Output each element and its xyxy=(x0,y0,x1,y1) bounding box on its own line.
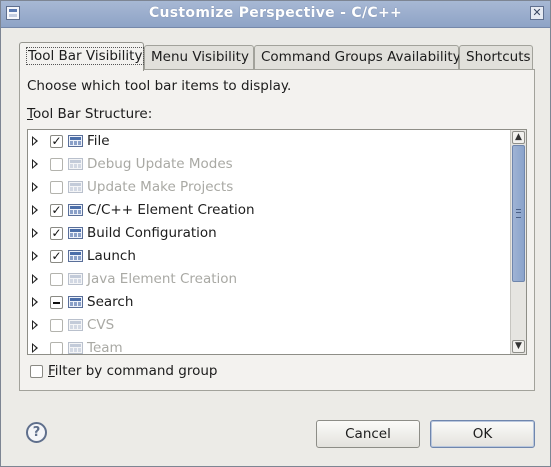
expand-arrow-icon[interactable] xyxy=(32,205,38,215)
panel-description: Choose which tool bar items to display. xyxy=(27,78,292,94)
checkbox[interactable] xyxy=(50,342,63,354)
expand-arrow-icon[interactable] xyxy=(32,320,38,330)
tree-item-cvs[interactable]: CVS xyxy=(28,314,512,337)
tree-item-label: CVS xyxy=(87,317,115,333)
checkbox[interactable] xyxy=(50,250,63,263)
expand-arrow-icon[interactable] xyxy=(32,343,38,353)
tree-item-build-configuration[interactable]: Build Configuration xyxy=(28,222,512,245)
tree-item-label: Debug Update Modes xyxy=(87,156,233,172)
checkbox[interactable] xyxy=(50,273,63,286)
expand-arrow-icon[interactable] xyxy=(32,182,38,192)
expand-arrow-icon[interactable] xyxy=(32,274,38,284)
tree-item-file[interactable]: File xyxy=(28,130,512,153)
toolbar-icon xyxy=(68,135,83,147)
tree-item-search[interactable]: Search xyxy=(28,291,512,314)
tool-bar-structure-label: Tool Bar Structure: xyxy=(27,106,152,122)
tab-label: Menu Visibility xyxy=(151,49,249,65)
tab-panel: Choose which tool bar items to display. … xyxy=(19,69,535,391)
tree-item-java-element-creation[interactable]: Java Element Creation xyxy=(28,268,512,291)
label-text: ilter by command group xyxy=(54,363,218,379)
toolbar-icon xyxy=(68,296,83,308)
tab-label: Shortcuts xyxy=(466,49,531,65)
window-title: Customize Perspective - C/C++ xyxy=(148,5,403,21)
tree-item-label: File xyxy=(87,133,110,149)
tree-item-launch[interactable]: Launch xyxy=(28,245,512,268)
tab-label: Tool Bar Visibility xyxy=(26,47,145,65)
tree-item-team[interactable]: Team xyxy=(28,337,512,355)
tree-item-label: Update Make Projects xyxy=(87,179,234,195)
tree-item-label: Team xyxy=(87,340,123,355)
ok-button[interactable]: OK xyxy=(430,420,535,448)
toolbar-icon xyxy=(68,158,83,170)
checkbox[interactable] xyxy=(50,181,63,194)
toolbar-icon xyxy=(68,273,83,285)
checkbox[interactable] xyxy=(50,135,63,148)
toolbar-icon xyxy=(68,181,83,193)
expand-arrow-icon[interactable] xyxy=(32,136,38,146)
tree-item-label: Java Element Creation xyxy=(87,271,238,287)
toolbar-icon xyxy=(68,342,83,354)
tree-item-label: Search xyxy=(87,294,134,310)
mnemonic-letter: F xyxy=(48,363,55,379)
label-text: ool Bar Structure: xyxy=(32,106,153,122)
grip-icon xyxy=(516,209,521,218)
checkbox[interactable] xyxy=(50,204,63,217)
checkbox[interactable] xyxy=(50,296,63,309)
tree-item-label: Build Configuration xyxy=(87,225,217,241)
tab-tool-bar-visibility[interactable]: Tool Bar Visibility xyxy=(19,42,145,71)
expand-arrow-icon[interactable] xyxy=(32,297,38,307)
filter-checkbox[interactable] xyxy=(30,365,43,378)
scrollbar-thumb[interactable] xyxy=(512,145,525,282)
tab-command-groups-availability[interactable]: Command Groups Availability xyxy=(254,45,461,70)
expand-arrow-icon[interactable] xyxy=(32,251,38,261)
checkbox[interactable] xyxy=(50,158,63,171)
title-bar[interactable]: Customize Perspective - C/C++ ✕ xyxy=(1,1,550,28)
cancel-button[interactable]: Cancel xyxy=(316,420,420,448)
checkbox[interactable] xyxy=(50,319,63,332)
tree-item-label: C/C++ Element Creation xyxy=(87,202,255,218)
tab-shortcuts[interactable]: Shortcuts xyxy=(459,45,533,70)
toolbar-icon xyxy=(68,250,83,262)
tab-menu-visibility[interactable]: Menu Visibility xyxy=(144,45,254,70)
customize-perspective-dialog: Customize Perspective - C/C++ ✕ Tool Bar… xyxy=(0,0,551,467)
help-icon[interactable]: ? xyxy=(26,422,47,443)
tool-bar-structure-tree[interactable]: File Debug Update Modes Update Make Proj… xyxy=(27,129,527,355)
tree-item-label: Launch xyxy=(87,248,136,264)
expand-arrow-icon[interactable] xyxy=(32,159,38,169)
tree-item-cpp-element-creation[interactable]: C/C++ Element Creation xyxy=(28,199,512,222)
toolbar-icon xyxy=(68,227,83,239)
tree-item-update-make-projects[interactable]: Update Make Projects xyxy=(28,176,512,199)
checkbox[interactable] xyxy=(50,227,63,240)
filter-label: Filter by command group xyxy=(48,363,217,379)
window-menu-icon[interactable] xyxy=(6,6,20,20)
tree-item-debug-update-modes[interactable]: Debug Update Modes xyxy=(28,153,512,176)
expand-arrow-icon[interactable] xyxy=(32,228,38,238)
tab-label: Command Groups Availability xyxy=(261,49,461,65)
scroll-up-icon[interactable]: ▲ xyxy=(512,131,525,144)
vertical-scrollbar[interactable]: ▲ ▼ xyxy=(510,130,526,354)
close-icon[interactable]: ✕ xyxy=(530,6,544,20)
toolbar-icon xyxy=(68,319,83,331)
scroll-down-icon[interactable]: ▼ xyxy=(512,340,525,353)
toolbar-icon xyxy=(68,204,83,216)
